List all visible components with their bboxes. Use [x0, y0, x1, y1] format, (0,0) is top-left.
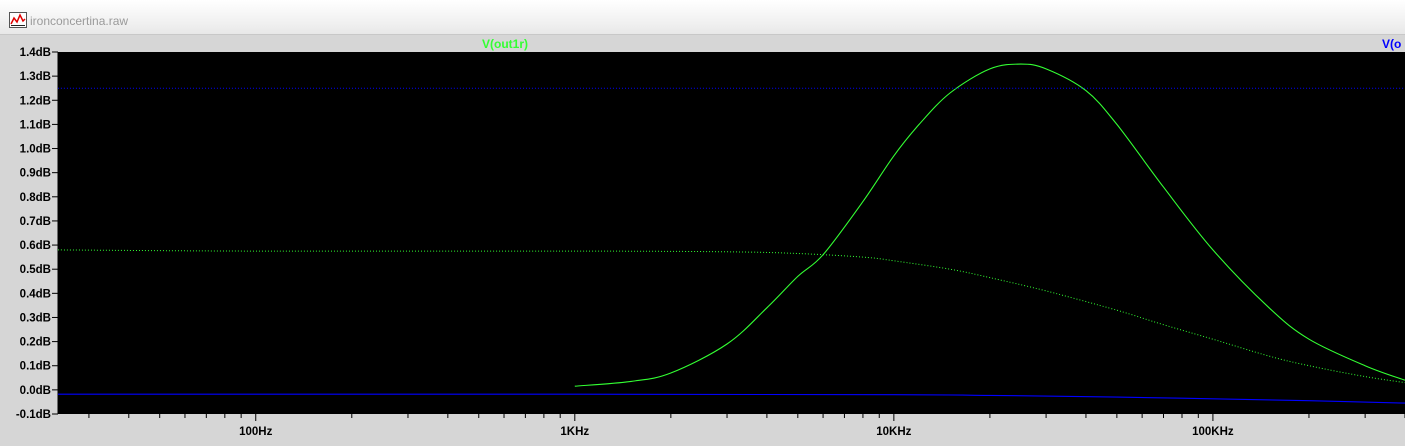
window-titlebar: ironconcertina.raw: [0, 0, 1405, 35]
bode-plot[interactable]: 1.4dB 1.3dB 1.2dB 1.1dB 1.0dB 0.9dB 0.8dB 0.7dB…: [0, 35, 1405, 446]
x-axis-ticks: [88, 414, 1405, 421]
y-axis-ticks: [52, 51, 59, 415]
y-tick-label: 0.5dB: [20, 264, 51, 276]
y-tick-label: 1.4dB: [20, 47, 51, 59]
y-tick-label: 0.9dB: [20, 168, 51, 180]
y-tick-label: 0.4dB: [20, 288, 51, 300]
y-tick-label: 1.2dB: [20, 95, 51, 107]
y-tick-label: 0.8dB: [20, 192, 51, 204]
y-tick-label: 0.3dB: [20, 312, 51, 324]
y-tick-label: 1.0dB: [20, 144, 51, 156]
y-tick-label: 1.3dB: [20, 71, 51, 83]
y-tick-label: 0.6dB: [20, 240, 51, 252]
plot-background[interactable]: [58, 52, 1405, 414]
waveform-icon: [9, 12, 27, 28]
trace-label-out1r: V(out1r): [482, 37, 528, 51]
window-title: ironconcertina.raw: [30, 14, 129, 28]
x-tick-label: 10KHz: [876, 426, 911, 438]
trace-label-blue: V(o: [1382, 37, 1401, 51]
x-tick-label: 1KHz: [560, 426, 589, 438]
y-tick-label: 0.7dB: [20, 216, 51, 228]
y-tick-label: 0.0dB: [20, 385, 51, 397]
plot-pane[interactable]: 1.4dB 1.3dB 1.2dB 1.1dB 1.0dB 0.9dB 0.8dB 0.7dB…: [0, 35, 1405, 446]
trace-labels: V(out1r) V(o: [482, 37, 1401, 51]
y-tick-label: 0.2dB: [20, 337, 51, 349]
x-axis-labels: 100Hz 1KHz 10KHz 100KHz: [239, 426, 1234, 438]
y-axis-labels: 1.4dB 1.3dB 1.2dB 1.1dB 1.0dB 0.9dB 0.8dB 0.7dB…: [16, 47, 51, 421]
x-tick-label: 100KHz: [1192, 426, 1234, 438]
y-tick-label: 1.1dB: [20, 119, 51, 131]
y-tick-label: -0.1dB: [16, 409, 51, 421]
y-tick-label: 0.1dB: [20, 361, 51, 373]
x-tick-label: 100Hz: [239, 426, 272, 438]
